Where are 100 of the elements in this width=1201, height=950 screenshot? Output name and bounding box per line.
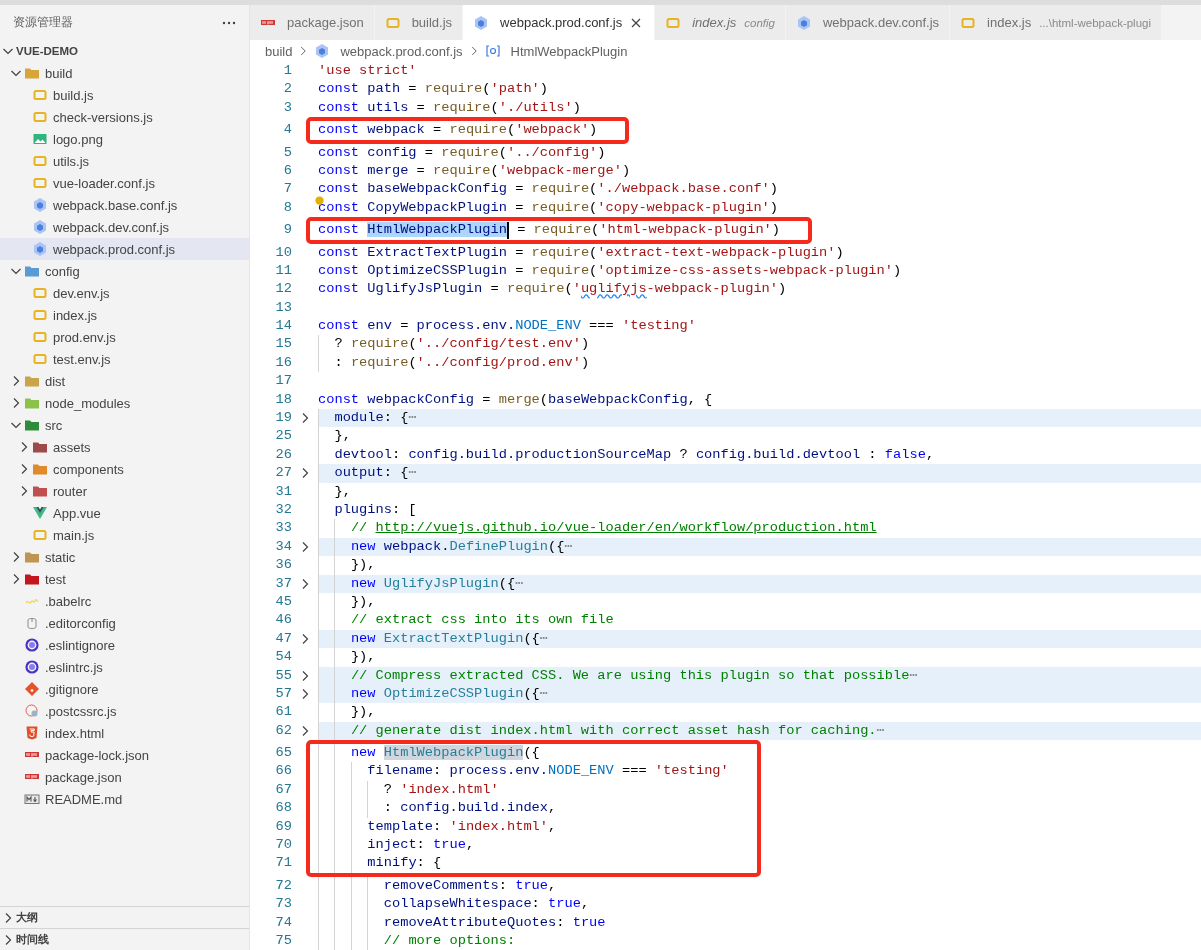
line-number: 73	[274, 895, 292, 914]
mouse-icon	[24, 615, 40, 631]
code-line: new HtmlWebpackPlugin({	[318, 744, 729, 763]
line-number: 54	[274, 648, 292, 667]
tree-item[interactable]: build.js	[0, 84, 249, 106]
line-number: 45	[274, 592, 292, 611]
tree-item[interactable]: App.vue	[0, 502, 249, 524]
code-line: }),	[318, 556, 1201, 575]
tree-item[interactable]: prod.env.js	[0, 326, 249, 348]
tree-item[interactable]: package.json	[0, 766, 249, 788]
code-line: },	[318, 427, 1201, 446]
triangle-icon	[32, 505, 48, 521]
line-number: 5	[282, 143, 292, 162]
panel-header[interactable]: 时间线	[0, 928, 249, 950]
tree-item[interactable]: router	[0, 480, 249, 502]
code-line: 'use strict'	[318, 62, 418, 80]
tree-item[interactable]: assets	[0, 436, 249, 458]
code-line: const baseWebpackConfig = require('./webpack.base.conf')	[318, 180, 780, 199]
line-number: 4	[282, 121, 292, 140]
tree-item[interactable]: index.js	[0, 304, 249, 326]
cube-icon	[796, 14, 812, 31]
breadcrumb-item[interactable]: build	[265, 43, 293, 59]
code-line: const webpack = require('webpack')	[318, 121, 598, 140]
tree-item[interactable]: dev.env.js	[0, 282, 249, 304]
tree-item[interactable]: logo.png	[0, 128, 249, 150]
line-number: 2	[282, 80, 292, 99]
shield-icon	[24, 725, 40, 741]
breadcrumb-item[interactable]: webpack.prod.conf.js	[314, 43, 463, 59]
code-line: removeAttributeQuotes: true	[318, 913, 1201, 932]
line-number: 12	[274, 280, 292, 299]
cube-icon	[32, 219, 48, 235]
cube-icon	[473, 14, 490, 31]
line-number: 16	[274, 353, 292, 372]
tree-item[interactable]: node_modules	[0, 392, 249, 414]
js-file-icon	[32, 153, 48, 169]
tree-item[interactable]: config	[0, 260, 249, 282]
tree-item[interactable]: utils.js	[0, 150, 249, 172]
line-number: 11	[274, 261, 292, 280]
line-number: 7	[282, 180, 292, 199]
editor-tab[interactable]: index.js ...\html-webpack-plugi	[950, 5, 1163, 40]
js-file-icon	[32, 285, 48, 301]
editor-tab[interactable]: webpack.dev.conf.js	[786, 5, 951, 40]
tree-item[interactable]: .eslintignore	[0, 634, 249, 656]
editor-tab[interactable]: package.json	[250, 5, 375, 40]
tree-item[interactable]: webpack.base.conf.js	[0, 194, 249, 216]
brackets-icon	[484, 43, 501, 59]
code-line: const webpackConfig = merge(baseWebpackConfig, {	[318, 390, 714, 409]
line-number: 67	[274, 780, 292, 799]
line-number: 26	[274, 445, 292, 464]
js-file-icon	[32, 351, 48, 367]
cube-icon	[32, 197, 48, 213]
panel-header[interactable]: 大纲	[0, 906, 249, 928]
line-number: 68	[274, 799, 292, 818]
tree-item[interactable]: src	[0, 414, 249, 436]
project-folder[interactable]: VUE-DEMO	[0, 40, 249, 62]
tree-item[interactable]: package-lock.json	[0, 744, 249, 766]
tree-item[interactable]: test	[0, 568, 249, 590]
code-line: plugins: [	[318, 501, 1201, 520]
tree-item[interactable]: .gitignore	[0, 678, 249, 700]
code-line: devtool: config.build.productionSourceMap ? config.build.devtool : false,	[318, 445, 1201, 465]
tree-item[interactable]: .editorconfig	[0, 612, 249, 634]
js-file-icon	[32, 87, 48, 103]
tree-item[interactable]: webpack.dev.conf.js	[0, 216, 249, 238]
code-line: const UglifyJsPlugin = require('uglifyjs-webpack-plugin')	[318, 280, 788, 299]
editor-tab[interactable]: webpack.prod.conf.js	[463, 5, 656, 40]
tree-item[interactable]: components	[0, 458, 249, 480]
tree-item[interactable]: webpack.prod.conf.js	[0, 238, 249, 260]
tree-item[interactable]: static	[0, 546, 249, 568]
tree-item[interactable]: index.html	[0, 722, 249, 744]
tree-item[interactable]: .postcssrc.js	[0, 700, 249, 722]
tree-item[interactable]: .babelrc	[0, 590, 249, 612]
tree-item[interactable]: test.env.js	[0, 348, 249, 370]
js-file-icon	[32, 175, 48, 191]
code-line: : require('../config/prod.env')	[318, 353, 1201, 373]
line-number: 3	[282, 98, 292, 117]
tree-item[interactable]: dist	[0, 370, 249, 392]
js-file-icon	[32, 329, 48, 345]
line-number: 57	[274, 684, 292, 703]
code-line: minify: {	[318, 854, 729, 873]
line-number: 33	[274, 519, 292, 538]
js-file-icon	[32, 307, 48, 323]
diamond-icon	[24, 681, 40, 697]
editor-tab[interactable]: build.js	[374, 5, 464, 40]
tree-item[interactable]: check-versions.js	[0, 106, 249, 128]
code-line: const merge = require('webpack-merge')	[318, 161, 632, 180]
editor-tab[interactable]: index.js config	[655, 5, 786, 40]
line-number: 47	[274, 629, 292, 648]
line-number: 18	[274, 390, 292, 409]
tree-item[interactable]: vue-loader.conf.js	[0, 172, 249, 194]
tree-item[interactable]: README.md	[0, 788, 249, 810]
line-number: 62	[274, 721, 292, 740]
line-number: 15	[274, 335, 292, 354]
ring-icon	[24, 637, 40, 653]
line-number: 25	[274, 427, 292, 446]
code-line: const HtmlWebpackPlugin = require('html-webpack-plugin')	[318, 221, 781, 240]
tree-item[interactable]: build	[0, 62, 249, 84]
tree-item[interactable]: main.js	[0, 524, 249, 546]
line-number: 75	[274, 931, 292, 950]
tree-item[interactable]: .eslintrc.js	[0, 656, 249, 678]
breadcrumb-item[interactable]: HtmlWebpackPlugin	[484, 43, 628, 59]
